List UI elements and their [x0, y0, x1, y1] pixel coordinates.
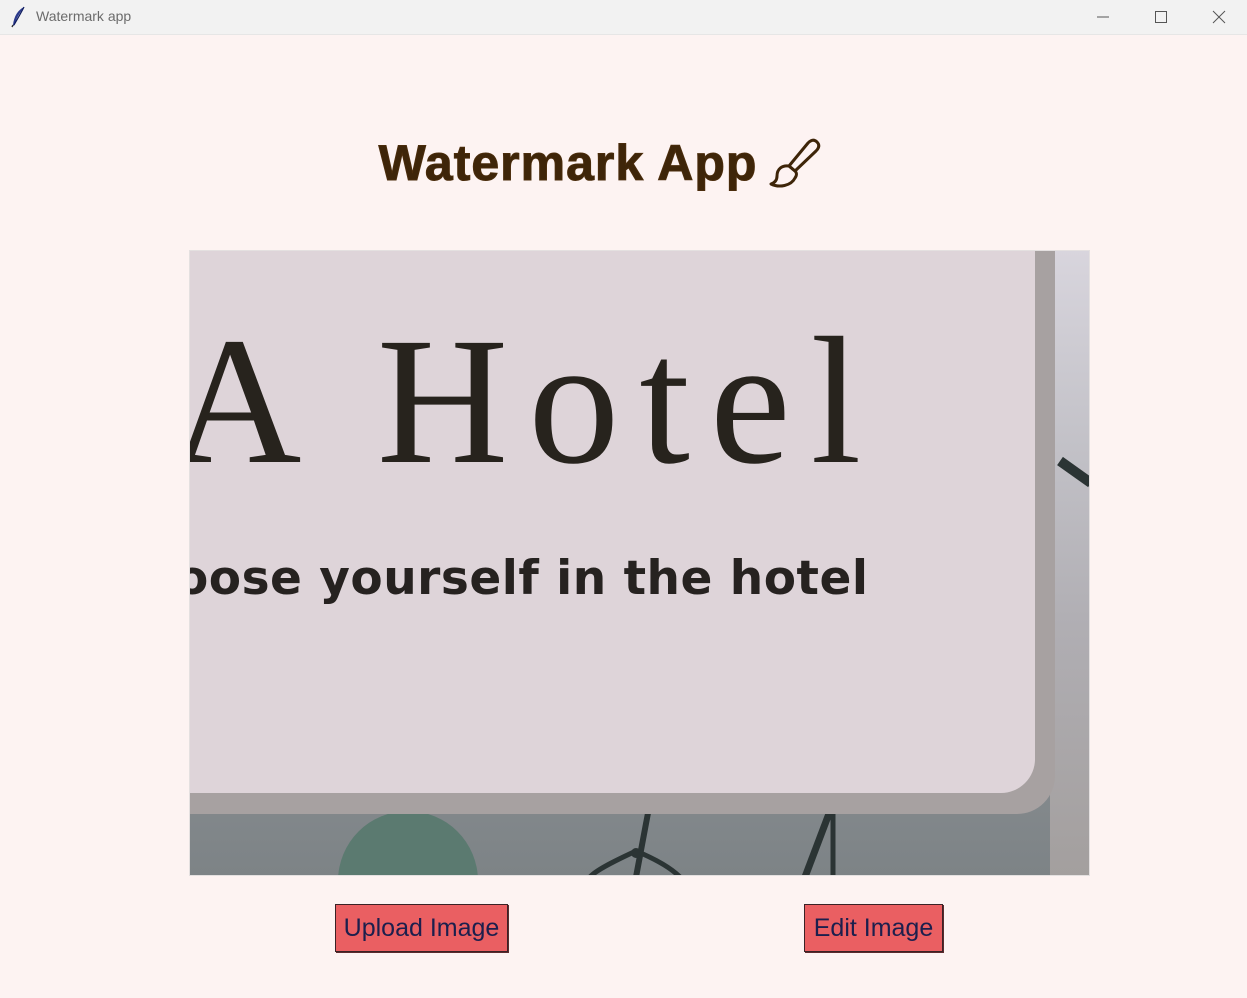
maximize-icon	[1155, 11, 1167, 23]
window-title: Watermark app	[36, 8, 132, 24]
window-titlebar: Watermark app	[0, 0, 1247, 35]
page-title: Watermark App	[378, 135, 758, 192]
close-icon	[1212, 10, 1226, 24]
close-button[interactable]	[1190, 0, 1247, 34]
minimize-icon	[1097, 16, 1109, 18]
app-header: Watermark App	[0, 134, 1200, 192]
image-preview: A Hotel oose yourself in the hotel	[189, 250, 1090, 876]
minimize-button[interactable]	[1074, 0, 1132, 34]
maximize-button[interactable]	[1132, 0, 1190, 34]
preview-headline: A Hotel	[189, 301, 882, 502]
preview-tagline: oose yourself in the hotel	[189, 551, 869, 606]
feather-icon	[11, 6, 25, 28]
paintbrush-icon	[769, 138, 821, 188]
edit-image-button[interactable]: Edit Image	[804, 904, 943, 952]
upload-image-button[interactable]: Upload Image	[335, 904, 508, 952]
